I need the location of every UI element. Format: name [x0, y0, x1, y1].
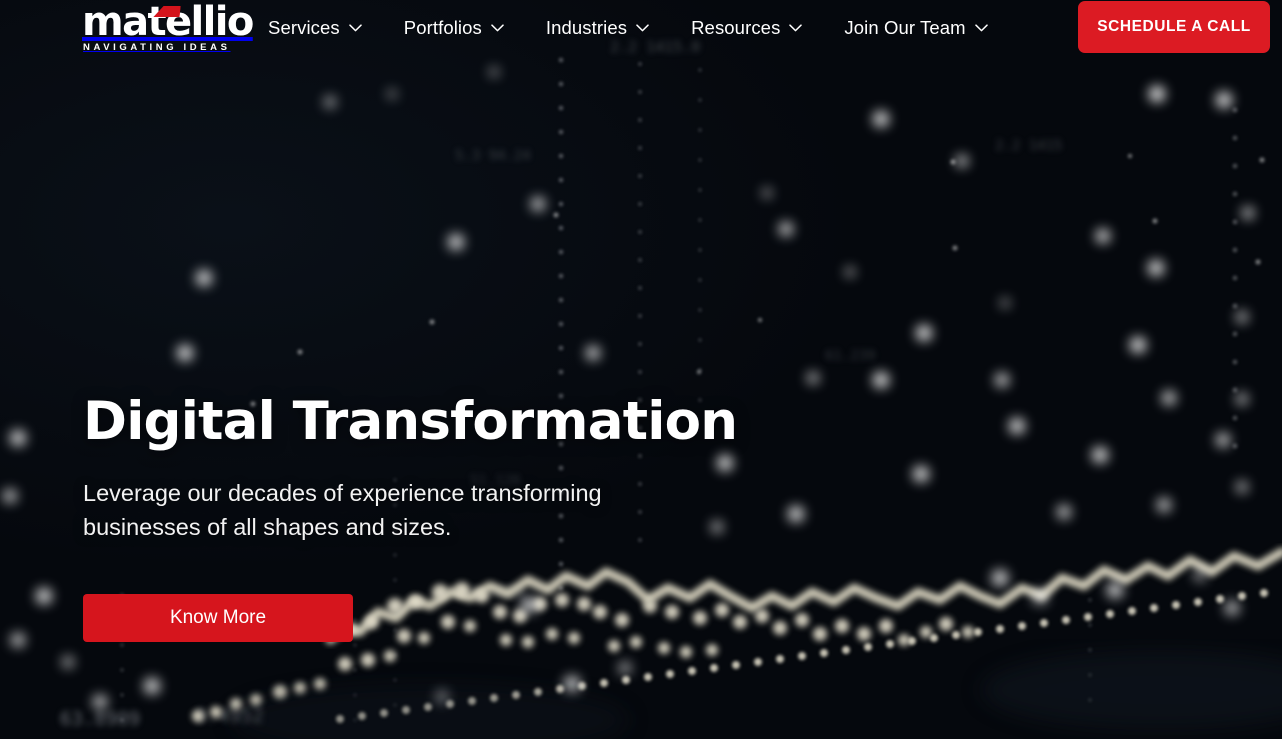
- main-navigation: Services Portfolios Industries Resources…: [268, 0, 988, 56]
- hero-subtitle: Leverage our decades of experience trans…: [83, 480, 602, 540]
- nav-item-resources[interactable]: Resources: [691, 17, 803, 39]
- chevron-down-icon: [789, 24, 803, 32]
- chevron-down-icon: [974, 24, 988, 32]
- nav-item-label: Portfolios: [403, 17, 482, 38]
- svg-text:2.2 1415: 2.2 1415: [995, 138, 1062, 154]
- svg-text:61.239: 61.239: [825, 348, 876, 364]
- hero-page: 2.2 1415.0 5.3 94.24 2.2 1415 61.239 51.…: [0, 0, 1282, 739]
- nav-item-industries[interactable]: Industries: [546, 17, 649, 39]
- site-header: matellio NAVIGATING IDEAS Services Portf…: [0, 0, 1282, 56]
- svg-text:5.3 94.24: 5.3 94.24: [455, 148, 531, 164]
- chevron-down-icon: [491, 24, 504, 32]
- logo[interactable]: matellio NAVIGATING IDEAS: [82, 2, 254, 53]
- chevron-down-icon: [636, 24, 649, 32]
- nav-item-label: Resources: [691, 17, 781, 38]
- svg-text:63.8909: 63.8909: [60, 708, 140, 730]
- nav-item-label: Industries: [545, 17, 628, 38]
- logo-triangle-accent-icon: [153, 6, 181, 17]
- know-more-button[interactable]: Know More: [83, 594, 353, 642]
- hero-section: Digital Transformation Leverage our deca…: [83, 392, 763, 642]
- nav-item-services[interactable]: Services: [268, 17, 362, 39]
- nav-item-join-our-team[interactable]: Join Our Team: [844, 17, 988, 39]
- chevron-down-icon: [349, 24, 362, 32]
- nav-item-label: Join Our Team: [844, 17, 966, 38]
- small-specks: [250, 154, 1265, 407]
- nav-item-label: Services: [268, 17, 340, 38]
- schedule-a-call-button[interactable]: SCHEDULE A CALL: [1078, 1, 1270, 53]
- page-title: Digital Transformation: [83, 391, 738, 452]
- nav-item-portfolios[interactable]: Portfolios: [404, 17, 504, 39]
